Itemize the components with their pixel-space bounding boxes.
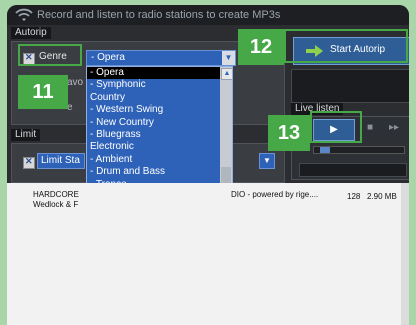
genre-dropdown[interactable]: - Opera ▼ (86, 50, 236, 66)
limit-dropdown-arrow[interactable]: ▼ (259, 153, 275, 169)
chevron-down-icon: ▼ (263, 156, 271, 165)
genre-list-item[interactable]: Electronic (87, 141, 232, 153)
chevron-down-icon[interactable]: ▼ (222, 51, 235, 65)
stations-scrollbar[interactable] (401, 183, 409, 325)
limit-field[interactable]: Limit Sta (37, 153, 85, 169)
genre-list-item[interactable]: - Drum and Bass (87, 166, 232, 178)
genre-list-item[interactable]: - Bluegrass (87, 129, 232, 141)
callout-play-outline (310, 111, 362, 143)
callout-start-outline (284, 29, 408, 63)
callout-12-badge: 12 (238, 29, 284, 65)
screenshot: Record and listen to radio stations to c… (0, 0, 416, 325)
genre-list-item[interactable]: - Opera (87, 67, 232, 80)
limit-label: Limit Sta (41, 155, 80, 166)
limit-section-label: Limit (11, 129, 41, 141)
callout-genre-outline (18, 44, 82, 66)
callout-11-badge: 11 (18, 75, 68, 109)
genre-list-item[interactable]: Country (87, 92, 232, 104)
fast-forward-icon[interactable]: ▸▸ (389, 122, 399, 133)
genre-list-item[interactable]: - Symphonic (87, 79, 232, 91)
station-row-2-name[interactable]: Wedlock & F (33, 200, 78, 209)
station-row-1-name[interactable]: HARDCORE (33, 190, 79, 199)
status-display (291, 69, 409, 103)
genre-list-item[interactable]: - New Country (87, 117, 232, 129)
limit-checkbox[interactable] (23, 156, 35, 169)
wifi-icon (15, 8, 33, 21)
stop-icon[interactable]: ■ (367, 122, 373, 133)
volume-thumb[interactable] (320, 147, 330, 153)
title-bar: Record and listen to radio stations to c… (7, 5, 409, 25)
station-row-1-desc[interactable]: DIO - powered by rige.... (231, 190, 318, 199)
autorip-section-label: Autorip (11, 27, 51, 39)
callout-13-badge: 13 (268, 115, 310, 151)
volume-slider[interactable] (313, 146, 405, 154)
genre-dropdown-value: - Opera (91, 52, 125, 63)
genre-list-item[interactable]: - Western Swing (87, 104, 232, 116)
stations-table: HARDCORE DIO - powered by rige.... 128 2… (7, 183, 409, 325)
station-row-1-bitrate: 128 (347, 192, 361, 201)
genre-list-item[interactable]: - Ambient (87, 154, 232, 166)
chevron-up-icon[interactable]: ▲ (221, 68, 232, 80)
live-info-field (299, 163, 407, 177)
window-title: Record and listen to radio stations to c… (37, 9, 281, 21)
partial-favorites-text: avo (67, 77, 84, 88)
station-row-1-size: 2.90 MB (367, 192, 397, 201)
